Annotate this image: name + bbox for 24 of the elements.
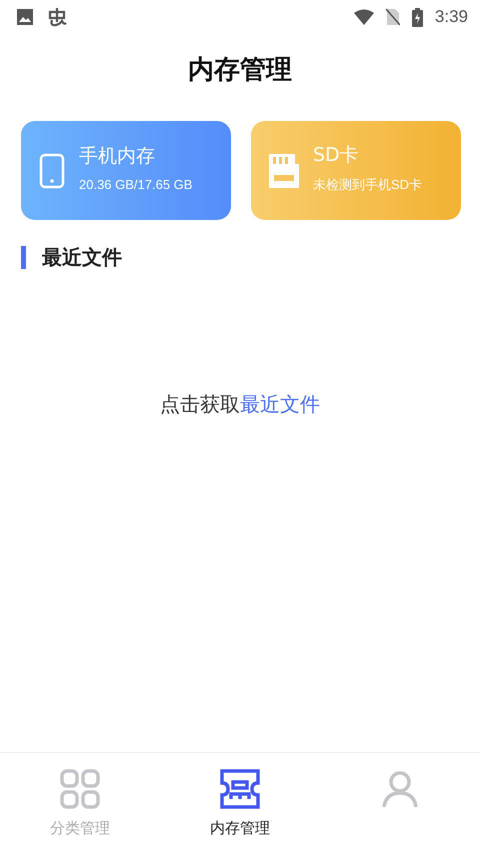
nav-tab[interactable]: 分类管理 <box>0 753 160 853</box>
section-title: 最近文件 <box>42 244 122 271</box>
card-subtitle: 未检测到手机SD卡 <box>313 176 422 194</box>
bug-icon <box>46 6 68 28</box>
card-subtitle: 20.36 GB/17.65 GB <box>79 177 192 192</box>
nav-tab[interactable]: 内存管理 <box>160 753 320 853</box>
battery-icon <box>412 8 423 26</box>
memory-icon <box>220 769 260 809</box>
clock-time: 3:39 <box>434 7 468 27</box>
no-sim-icon <box>386 8 400 26</box>
storage-card[interactable]: SD卡 未检测到手机SD卡 <box>251 121 461 220</box>
card-title: 手机内存 <box>79 144 155 169</box>
person-icon <box>380 769 420 809</box>
grid-icon <box>60 769 100 809</box>
section-marker <box>21 246 26 269</box>
empty-hint: 点击获取最近文件 <box>160 391 320 417</box>
phone-icon <box>39 152 65 188</box>
storage-card[interactable]: 手机内存 20.36 GB/17.65 GB <box>21 121 231 220</box>
image-icon <box>16 8 34 26</box>
sd-card-icon <box>269 154 299 188</box>
wifi-icon <box>354 9 374 25</box>
card-title: SD卡 <box>313 142 359 168</box>
page-title: 内存管理 <box>188 54 292 87</box>
recent-files-link[interactable]: 最近文件 <box>240 392 320 416</box>
